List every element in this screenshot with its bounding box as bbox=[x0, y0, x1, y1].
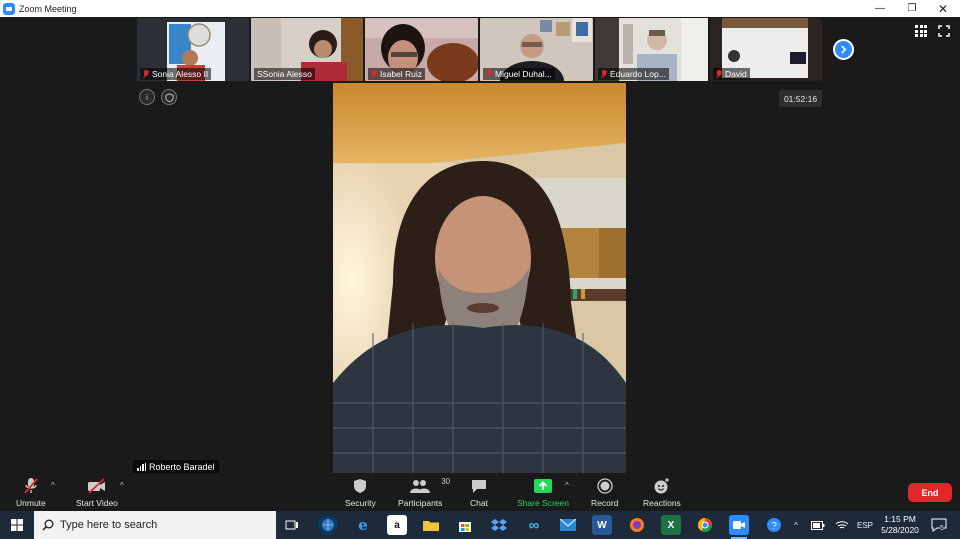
file-explorer-icon[interactable] bbox=[421, 515, 441, 535]
signal-bars-icon bbox=[137, 462, 146, 471]
share-screen-icon bbox=[533, 479, 552, 493]
gallery-view-icon[interactable] bbox=[915, 25, 927, 37]
language-indicator[interactable]: ESP bbox=[854, 511, 876, 539]
window-title: Zoom Meeting bbox=[19, 3, 77, 14]
participant-name: Isabel Ruiz bbox=[368, 68, 426, 80]
video-off-icon bbox=[87, 478, 105, 494]
minimize-button[interactable]: — bbox=[864, 0, 896, 17]
restore-button[interactable]: ❐ bbox=[896, 0, 928, 17]
record-button[interactable]: Record bbox=[591, 477, 618, 508]
info-icon[interactable]: i bbox=[139, 89, 155, 105]
mic-muted-icon bbox=[143, 69, 149, 79]
chrome-icon[interactable] bbox=[695, 515, 715, 535]
excel-icon[interactable]: X bbox=[661, 515, 681, 535]
mic-muted-icon bbox=[716, 69, 722, 79]
participants-count: 30 bbox=[441, 477, 451, 486]
battery-icon[interactable] bbox=[808, 511, 828, 539]
app-icon-globe[interactable] bbox=[318, 515, 338, 535]
participant-name: David bbox=[713, 68, 750, 80]
wifi-icon[interactable] bbox=[832, 511, 852, 539]
store-icon[interactable] bbox=[455, 515, 475, 535]
windows-icon bbox=[11, 519, 23, 531]
participant-thumb[interactable]: Miguel Duhal... bbox=[480, 18, 593, 81]
security-button[interactable]: Security bbox=[345, 477, 376, 508]
dropbox-icon[interactable] bbox=[489, 515, 509, 535]
zoom-icon bbox=[3, 2, 15, 15]
edge-icon[interactable]: e bbox=[353, 515, 373, 535]
reactions-icon bbox=[654, 478, 670, 494]
reactions-button[interactable]: Reactions bbox=[643, 477, 681, 508]
mic-muted-icon bbox=[24, 478, 38, 494]
next-page-button[interactable] bbox=[833, 39, 854, 60]
svg-text:?: ? bbox=[771, 521, 777, 532]
share-options-caret[interactable]: ^ bbox=[565, 481, 569, 490]
notification-count: 5 bbox=[940, 525, 944, 532]
search-icon bbox=[42, 519, 54, 531]
windows-taskbar: e a ∞ W X ? ^ ESP 1:15 PM 5/28/2020 5 bbox=[0, 511, 960, 539]
chat-button[interactable]: Chat bbox=[470, 477, 488, 508]
active-speaker-label: Roberto Baradel bbox=[133, 460, 219, 473]
amazon-icon[interactable]: a bbox=[387, 515, 407, 535]
infinity-app-icon[interactable]: ∞ bbox=[524, 515, 544, 535]
start-video-button[interactable]: Start Video bbox=[76, 477, 118, 508]
chat-icon bbox=[471, 479, 486, 493]
mic-muted-icon bbox=[371, 69, 377, 79]
shield-icon bbox=[354, 479, 367, 493]
start-button[interactable] bbox=[0, 511, 34, 539]
active-speaker-video bbox=[333, 83, 626, 473]
share-screen-button[interactable]: Share Screen bbox=[517, 477, 569, 508]
task-view-icon[interactable] bbox=[282, 515, 302, 535]
participant-name: Miguel Duhal... bbox=[483, 68, 555, 80]
help-icon[interactable]: ? bbox=[763, 511, 785, 539]
window-titlebar: Zoom Meeting — ❐ ✕ bbox=[0, 0, 960, 17]
notifications-icon[interactable]: 5 bbox=[928, 511, 950, 539]
participant-thumb[interactable]: David bbox=[710, 18, 822, 81]
mic-muted-icon bbox=[486, 69, 492, 79]
participant-name: SSonia Alesso bbox=[254, 68, 315, 80]
audio-options-caret[interactable]: ^ bbox=[51, 481, 55, 490]
taskbar-search[interactable] bbox=[34, 511, 276, 539]
chevron-up-icon[interactable]: ^ bbox=[788, 511, 804, 539]
record-icon bbox=[597, 478, 613, 494]
unmute-button[interactable]: Unmute bbox=[16, 477, 46, 508]
mic-muted-icon bbox=[601, 69, 607, 79]
participant-thumb[interactable]: Sonia Alesso II bbox=[137, 18, 249, 81]
participant-thumb[interactable]: Eduardo Lop... bbox=[595, 18, 708, 81]
chevron-right-icon bbox=[841, 45, 847, 54]
participants-button[interactable]: 30 Participants bbox=[398, 477, 450, 508]
mail-icon[interactable] bbox=[558, 515, 578, 535]
end-meeting-button[interactable]: End bbox=[908, 483, 952, 502]
search-input[interactable] bbox=[60, 519, 260, 531]
participant-thumb[interactable]: Isabel Ruiz bbox=[365, 18, 478, 81]
fullscreen-icon[interactable] bbox=[938, 25, 950, 37]
taskbar-clock[interactable]: 1:15 PM 5/28/2020 bbox=[876, 514, 924, 536]
meeting-timer: 01:52:16 bbox=[779, 90, 822, 107]
participant-thumb[interactable]: SSonia Alesso bbox=[251, 18, 363, 81]
video-options-caret[interactable]: ^ bbox=[120, 481, 124, 490]
word-icon[interactable]: W bbox=[592, 515, 612, 535]
zoom-taskbar-icon[interactable] bbox=[729, 515, 749, 539]
close-button[interactable]: ✕ bbox=[927, 0, 959, 17]
participants-icon bbox=[410, 480, 431, 493]
shield-icon[interactable] bbox=[161, 89, 177, 105]
firefox-icon[interactable] bbox=[627, 515, 647, 535]
participant-name: Sonia Alesso II bbox=[140, 68, 212, 80]
participant-name: Eduardo Lop... bbox=[598, 68, 669, 80]
meeting-controls: Unmute ^ Start Video ^ Security 30 Parti… bbox=[0, 473, 960, 511]
